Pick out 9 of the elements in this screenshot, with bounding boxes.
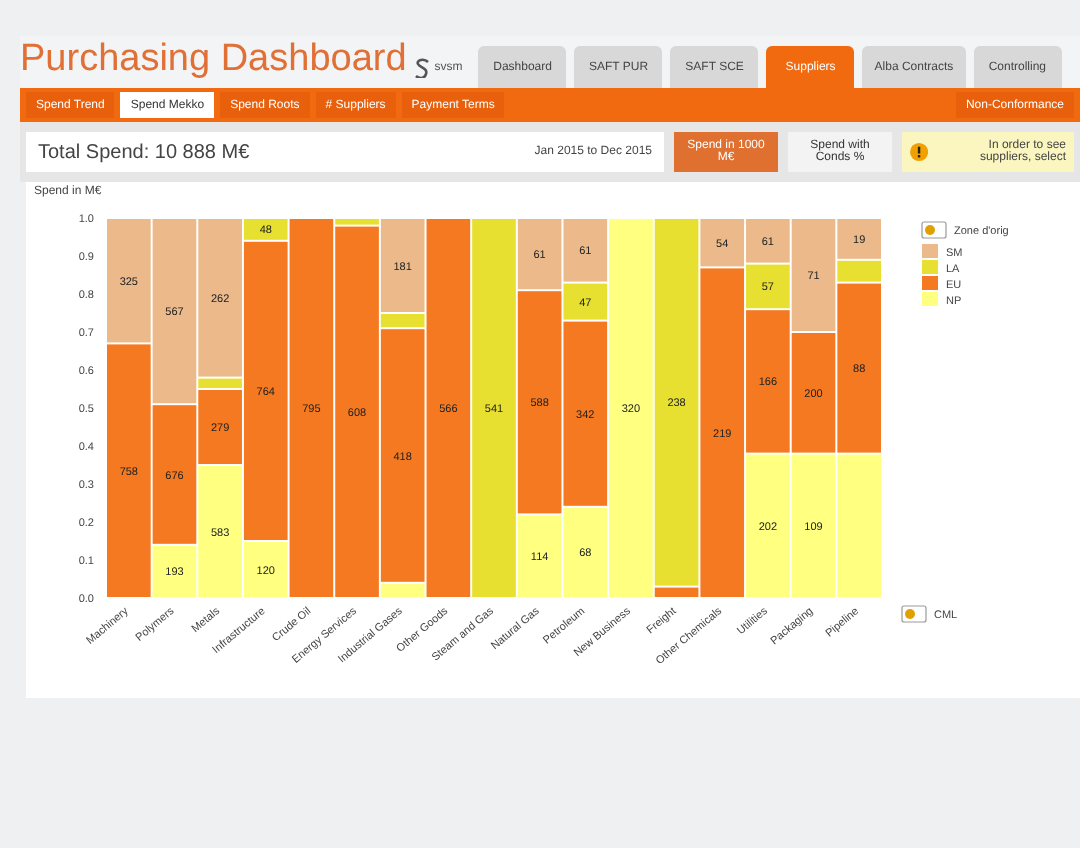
warning-icon [910,140,929,164]
chart-segment [791,454,836,597]
dashboard-title: Purchasing Dashboard [20,38,407,84]
chart-segment [791,333,836,453]
cml-toggle-icon[interactable] [901,605,927,623]
chart-segment [837,454,881,597]
logo-icon [414,58,431,78]
total-spend-text: Total Spend: 10 888 M€ [38,141,250,163]
legend-toggle-icon[interactable] [921,221,947,239]
